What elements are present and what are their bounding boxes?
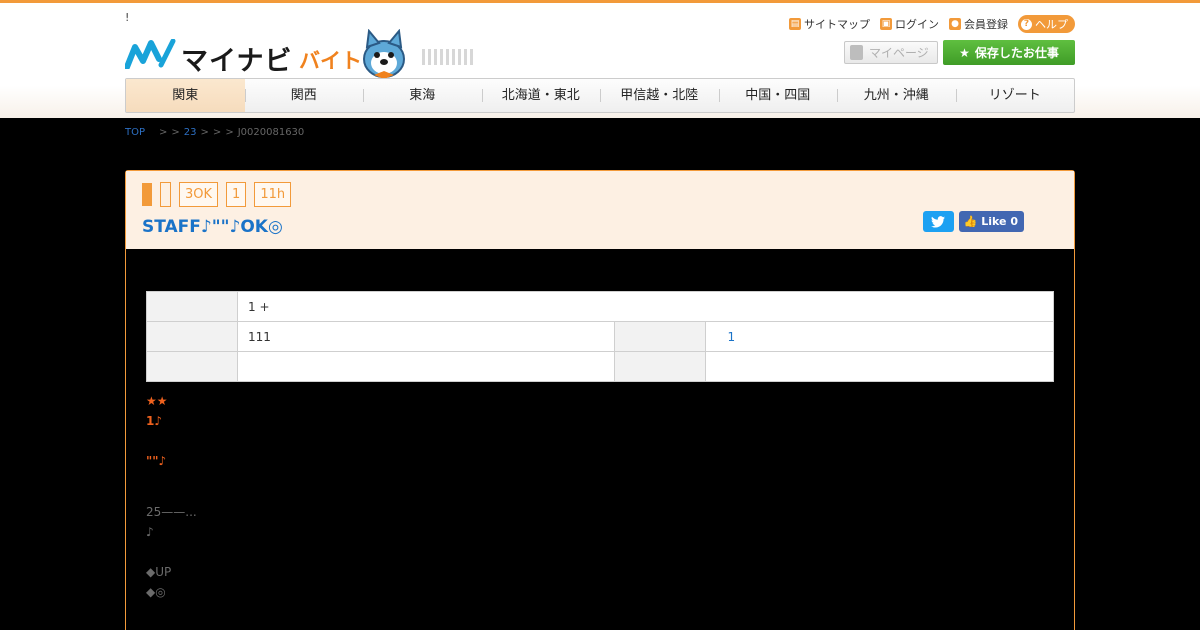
- top-links: ▤ サイトマップ ▣ ログイン ● 会員登録 ? ヘルプ: [789, 15, 1075, 33]
- thumbs-up-icon: 👍: [963, 215, 978, 228]
- table-row: 1 +: [146, 291, 1054, 322]
- star-icon: ★: [959, 45, 970, 60]
- mypage-button[interactable]: マイページ: [844, 41, 938, 64]
- description-line: ★★: [146, 394, 168, 408]
- site-header: ! マイナビ バイト ▤ サイトマップ ▣ ログイン ● 会員登録 ? ヘルプ …: [0, 0, 1200, 118]
- mascot-dog-icon: [363, 29, 405, 79]
- twitter-share-button[interactable]: [922, 211, 954, 232]
- nav-item-kanto[interactable]: 関東: [126, 79, 245, 112]
- breadcrumb-top-link[interactable]: TOP: [125, 127, 145, 138]
- nav-item-kansai[interactable]: 関西: [244, 79, 364, 112]
- saved-jobs-label: 保存したお仕事: [974, 46, 1059, 60]
- saved-jobs-button[interactable]: ★ 保存したお仕事: [943, 40, 1075, 65]
- description-line: ""♪: [146, 454, 167, 468]
- table-row: 111 1: [146, 321, 1054, 352]
- help-label: ヘルプ: [1035, 18, 1068, 31]
- logo-text: マイナビ: [181, 46, 293, 77]
- decorative-bars: [422, 49, 473, 65]
- description-line: ◆UP: [146, 565, 172, 579]
- table-header-cell: [613, 351, 706, 382]
- breadcrumb-separator: >: [200, 127, 209, 138]
- breadcrumb-separator: >: [171, 127, 180, 138]
- breadcrumb: TOP > > 23 > > > J0020081630: [125, 127, 304, 138]
- job-tag: 1: [226, 182, 247, 207]
- description-line: ♪: [146, 525, 154, 539]
- header-tagline: !: [125, 11, 130, 24]
- mynavi-logo-mark-icon: [125, 39, 176, 69]
- register-label: 会員登録: [964, 18, 1008, 31]
- site-logo[interactable]: マイナビ バイト: [125, 29, 473, 79]
- nav-item-resort[interactable]: リゾート: [955, 79, 1075, 112]
- table-value-cell: 111: [237, 321, 615, 352]
- lock-icon: ▣: [880, 18, 892, 30]
- breadcrumb-separator: >: [212, 127, 222, 138]
- nav-item-kyushu-okinawa[interactable]: 九州・沖縄: [837, 79, 956, 112]
- share-buttons: 👍 Like 0: [922, 211, 1024, 232]
- table-header-cell: [146, 321, 238, 352]
- description-line: 1♪: [146, 414, 163, 428]
- logo-sub-text: バイト: [299, 49, 362, 73]
- job-tag: 3OK: [179, 182, 219, 207]
- breadcrumb-separator: >: [225, 127, 234, 138]
- member-icon: ●: [949, 18, 961, 30]
- job-title: STAFF♪""♪OK◎: [142, 217, 283, 237]
- nav-item-chugoku-shikoku[interactable]: 中国・四国: [718, 79, 838, 112]
- login-link[interactable]: ▣ ログイン: [880, 16, 939, 32]
- facebook-like-button[interactable]: 👍 Like 0: [958, 211, 1024, 232]
- tag-marker: [142, 183, 152, 206]
- sitemap-link[interactable]: ▤ サイトマップ: [789, 16, 870, 32]
- job-info-table: 1 + 111 1: [146, 291, 1054, 382]
- table-header-cell: [613, 321, 706, 352]
- mypage-label: マイページ: [869, 46, 929, 60]
- job-card: 3OK 1 11h STAFF♪""♪OK◎ 👍 Like 0 1 + 111: [125, 170, 1075, 630]
- like-label: Like 0: [981, 215, 1018, 228]
- question-icon: ?: [1021, 18, 1032, 30]
- job-tag: 11h: [254, 182, 292, 207]
- sitemap-icon: ▤: [789, 18, 801, 30]
- breadcrumb-area-link[interactable]: 23: [184, 127, 197, 138]
- login-label: ログイン: [895, 18, 939, 31]
- job-tags: 3OK 1 11h: [142, 182, 292, 207]
- nav-item-koshinetsu-hokuriku[interactable]: 甲信越・北陸: [600, 79, 719, 112]
- tag-empty: [160, 182, 171, 207]
- table-header-cell: [146, 291, 238, 322]
- table-header-cell: [146, 351, 238, 382]
- description-line: ◆◎: [146, 585, 166, 599]
- breadcrumb-job-id: J0020081630: [237, 127, 305, 138]
- twitter-icon: [931, 215, 946, 228]
- region-nav: 関東 関西 東海 北海道・東北 甲信越・北陸 中国・四国 九州・沖縄 リゾート: [125, 78, 1075, 113]
- help-link[interactable]: ? ヘルプ: [1018, 15, 1075, 33]
- register-link[interactable]: ● 会員登録: [949, 16, 1008, 32]
- table-value-link[interactable]: 1: [704, 321, 1054, 352]
- job-description: ★★ 1♪ ""♪ 25——... ♪ ◆UP ◆◎: [146, 391, 197, 602]
- sitemap-label: サイトマップ: [804, 18, 870, 31]
- description-line: 25——...: [146, 505, 197, 519]
- user-icon: [850, 45, 863, 60]
- table-row: [146, 351, 1054, 382]
- nav-item-hokkaido-tohoku[interactable]: 北海道・東北: [481, 79, 601, 112]
- table-value-cell: [704, 351, 1054, 382]
- nav-item-tokai[interactable]: 東海: [363, 79, 482, 112]
- breadcrumb-separator: >: [159, 127, 168, 138]
- table-value-cell: [237, 351, 615, 382]
- job-card-header: 3OK 1 11h STAFF♪""♪OK◎ 👍 Like 0: [126, 171, 1074, 249]
- table-value-cell: 1 +: [237, 291, 1054, 322]
